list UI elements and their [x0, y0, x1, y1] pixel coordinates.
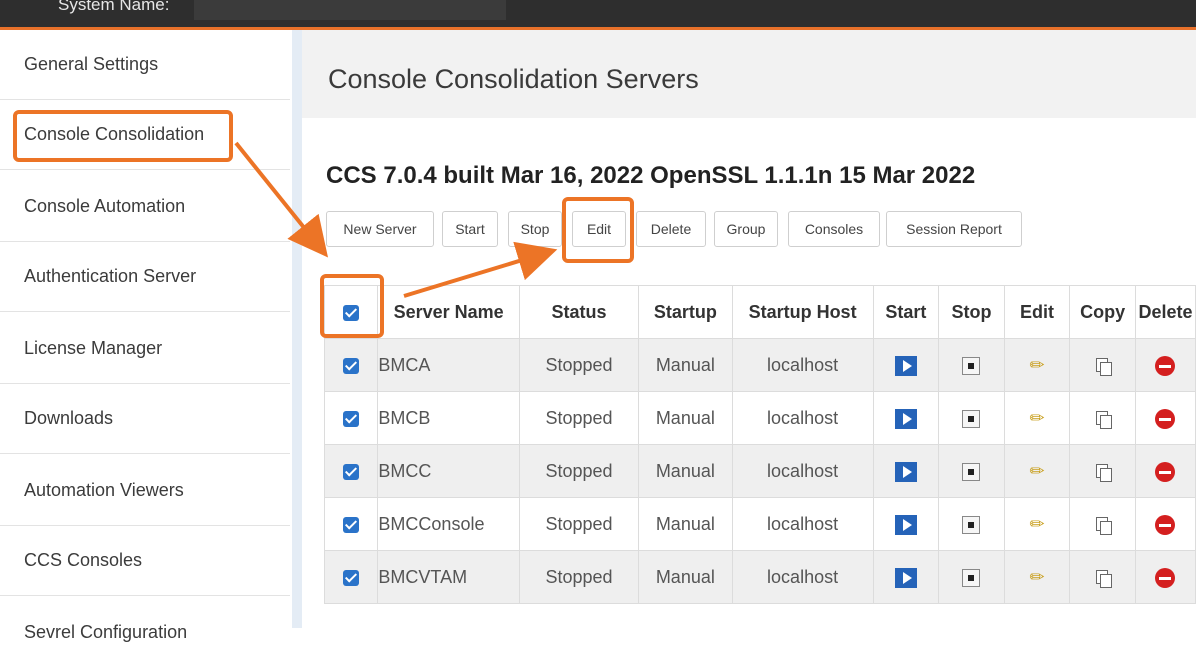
arrow-sidebar-to-checkbox — [234, 141, 329, 258]
annotation-arrows — [234, 141, 558, 298]
arrow-checkbox-to-edit — [403, 241, 558, 298]
